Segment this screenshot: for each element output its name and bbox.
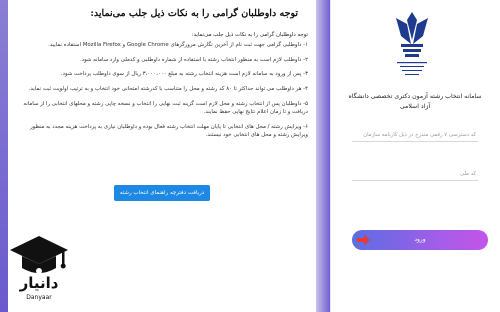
university-logo-icon: [396, 12, 428, 75]
arrow-right-icon: [357, 235, 370, 245]
notice-item-2: ۲- داوطلب لازم است به منظور انتخاب رشته …: [80, 56, 308, 63]
watermark-brand-fa: دانیار: [19, 274, 59, 292]
notice-item-4: ۴- هر داوطلب می تواند حداکثر تا ۸۰ کد رش…: [28, 85, 308, 92]
national-id-input[interactable]: [352, 167, 478, 181]
panel-divider: [316, 0, 330, 312]
left-edge-strip: [0, 0, 8, 312]
notice-intro: توجه داوطلبان گرامی را به نکات ذیل جلب م…: [191, 31, 308, 38]
notice-item-6: ۶- ویرایش رشته / محل های انتخابی تا پایا…: [30, 123, 308, 139]
notice-item-5: ۵- داوطلبان پس از انتخاب رشته و محل لازم…: [23, 100, 308, 116]
download-guide-button[interactable]: دریافت دفترچه راهنمای انتخاب رشته: [114, 185, 210, 201]
watermark-brand-en: Danyaar: [26, 294, 52, 301]
access-code-input[interactable]: [352, 128, 478, 142]
system-title: سامانه انتخاب رشته آزمون دکتری تخصصی دان…: [348, 93, 482, 110]
notice-title: توجه داوطلبان گرامی را به نکات ذیل جلب م…: [90, 8, 298, 19]
login-button-label: ورود: [414, 236, 426, 243]
login-button[interactable]: ورود: [352, 230, 488, 250]
notice-item-1: ۱- داوطلبی گرامی جهت ثبت نام از آخرین نگ…: [48, 42, 308, 49]
notice-item-3: ۳- پس از ورود به سامانه لازم است هزینه ا…: [60, 71, 308, 78]
